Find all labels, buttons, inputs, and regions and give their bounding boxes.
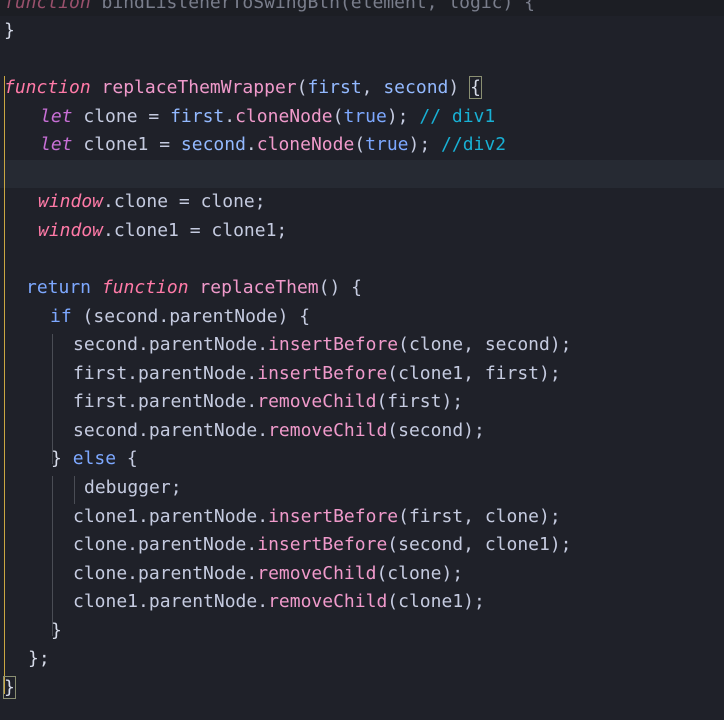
- literal-true: true: [343, 106, 387, 127]
- function-name: replaceThem: [199, 277, 319, 298]
- code-text: first.parentNode.: [73, 391, 258, 412]
- dot: .: [224, 106, 236, 127]
- code-line-let-clone1: let clone1 = second.cloneNode(true); //d…: [40, 131, 506, 159]
- code-line-statement: clone.parentNode.insertBefore(second, cl…: [73, 531, 572, 559]
- identifier: second: [180, 134, 246, 155]
- comment: // div1: [419, 106, 496, 127]
- code-line-return: return function replaceThem() {: [26, 274, 362, 302]
- code-line-cut: function bindListenerToSwingBtn(element,…: [4, 0, 535, 17]
- code-line: }: [4, 17, 15, 45]
- code-text: (first, clone);: [398, 506, 561, 527]
- code-line-statement: clone.parentNode.removeChild(clone);: [73, 560, 463, 588]
- code-text: (second);: [387, 420, 485, 441]
- keyword-function: function: [4, 77, 91, 98]
- paren: (: [332, 106, 344, 127]
- code-editor[interactable]: function bindListenerToSwingBtn(element,…: [0, 0, 724, 720]
- keyword-window: window: [38, 220, 104, 241]
- code-text: first.parentNode.: [73, 363, 258, 384]
- method-name: insertBefore: [257, 363, 388, 384]
- code-text: {: [116, 448, 138, 469]
- code-line-if: if (second.parentNode) {: [50, 303, 310, 331]
- code-text: bindListenerToSwingBtn(element, logic) {: [90, 0, 536, 13]
- code-text: clone1.parentNode.: [73, 506, 269, 527]
- method-name: cloneNode: [235, 106, 333, 127]
- code-line-close-function: }: [3, 674, 16, 702]
- code-text: .clone = clone;: [103, 191, 266, 212]
- method-name: removeChild: [257, 391, 377, 412]
- code-text: second.parentNode.: [73, 420, 269, 441]
- code-line-statement: clone1.parentNode.removeChild(clone1);: [73, 588, 485, 616]
- code-text: .clone1 = clone1;: [103, 220, 288, 241]
- keyword-let: let: [40, 106, 73, 127]
- paren: (: [354, 134, 366, 155]
- code-line-statement: first.parentNode.insertBefore(clone1, fi…: [73, 360, 561, 388]
- indent-guide-else: [52, 476, 53, 636]
- code-line-statement: first.parentNode.removeChild(first);: [73, 388, 463, 416]
- matched-brace: }: [3, 676, 16, 699]
- code-text: (second, clone1);: [387, 534, 572, 555]
- keyword-else: else: [72, 448, 117, 469]
- keyword-function: function: [101, 277, 189, 298]
- method-name: insertBefore: [257, 534, 388, 555]
- closing-brace: }: [51, 620, 62, 641]
- indent-guide-outer: [4, 76, 5, 694]
- code-line-window-clone: window.clone = clone;: [38, 188, 266, 216]
- paren: (: [296, 77, 308, 98]
- code-line-close-if: }: [51, 617, 62, 645]
- code-line-window-clone1: window.clone1 = clone1;: [38, 217, 287, 245]
- code-text: );: [408, 134, 442, 155]
- code-line-function-decl: function replaceThemWrapper(first, secon…: [4, 74, 482, 102]
- code-text: );: [386, 106, 420, 127]
- dot: .: [245, 134, 257, 155]
- identifier: first: [170, 106, 225, 127]
- function-name: replaceThemWrapper: [101, 77, 297, 98]
- code-line-else: } else {: [51, 445, 138, 473]
- code-text: clone =: [72, 106, 171, 127]
- code-text: clone.parentNode.: [73, 534, 258, 555]
- method-name: removeChild: [268, 591, 388, 612]
- keyword: function: [4, 0, 91, 13]
- code-text: (clone1, first);: [387, 363, 561, 384]
- code-text: clone.parentNode.: [73, 563, 258, 584]
- keyword-return: return: [26, 277, 92, 298]
- closing-brace: };: [28, 648, 50, 669]
- code-text: () {: [318, 277, 362, 298]
- method-name: insertBefore: [268, 334, 399, 355]
- current-line-highlight: [0, 160, 724, 188]
- code-text: }: [51, 448, 73, 469]
- code-text: (clone);: [376, 563, 464, 584]
- code-text: clone1 =: [72, 134, 181, 155]
- paren: ): [448, 77, 471, 98]
- code-line-let-clone: let clone = first.cloneNode(true); // di…: [40, 103, 495, 131]
- code-line-statement: clone1.parentNode.insertBefore(first, cl…: [73, 503, 561, 531]
- debugger-statement: debugger;: [84, 477, 182, 498]
- param-second: second: [383, 77, 449, 98]
- code-text: (second.parentNode) {: [71, 306, 311, 327]
- code-text: (first);: [376, 391, 464, 412]
- method-name: removeChild: [268, 420, 388, 441]
- method-name: cloneNode: [256, 134, 355, 155]
- param-first: first: [307, 77, 362, 98]
- code-line-statement: second.parentNode.insertBefore(clone, se…: [73, 331, 572, 359]
- comma: ,: [361, 77, 384, 98]
- keyword-if: if: [50, 306, 72, 327]
- literal-true: true: [365, 134, 409, 155]
- matched-brace: {: [469, 76, 482, 99]
- keyword-let: let: [40, 134, 73, 155]
- comment: //div2: [441, 134, 507, 155]
- code-text: clone1.parentNode.: [73, 591, 269, 612]
- code-line-debugger: debugger;: [84, 474, 182, 502]
- code-line-statement: second.parentNode.removeChild(second);: [73, 417, 485, 445]
- code-text: (clone1);: [387, 591, 485, 612]
- code-text: second.parentNode.: [73, 334, 269, 355]
- code-line-close-return: };: [28, 645, 50, 673]
- method-name: removeChild: [257, 563, 377, 584]
- closing-brace: }: [4, 20, 15, 41]
- indent-guide-debugger: [74, 476, 75, 504]
- code-text: (clone, second);: [398, 334, 572, 355]
- keyword-window: window: [38, 191, 104, 212]
- method-name: insertBefore: [268, 506, 399, 527]
